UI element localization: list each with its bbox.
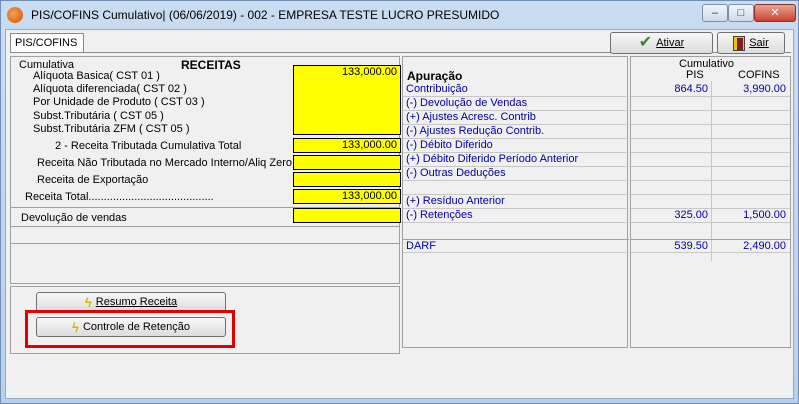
apuracao-row: (-) Retenções	[403, 209, 629, 223]
tab-pis-cofins[interactable]: PIS/COFINS	[10, 33, 84, 53]
apuracao-row: (-) Outras Deduções	[403, 167, 629, 181]
sair-button[interactable]: Sair	[717, 32, 785, 54]
receita-total-label: Receita Total...........................…	[25, 191, 214, 203]
devolucao-label: Devolução de vendas	[21, 212, 127, 224]
resumo-receita-button[interactable]: ϟ Resumo Receita	[36, 292, 226, 312]
values-row	[631, 125, 790, 139]
tributada-value[interactable]: 133,000.00	[293, 138, 401, 153]
subst-tributaria-label: Subst.Tributária ( CST 05 )	[33, 110, 164, 122]
minimize-button[interactable]: –	[702, 4, 728, 22]
client-area: PIS/COFINS ✔ Ativar Sair Cumulativa RECE…	[5, 29, 794, 399]
values-row	[631, 167, 790, 181]
app-icon	[7, 7, 23, 23]
values-row	[631, 97, 790, 111]
pis-value: 864.50	[674, 83, 708, 95]
values-row	[631, 153, 790, 167]
apuracao-row: (+) Ajustes Acresc. Contrib	[403, 111, 629, 125]
receita-cst-value[interactable]: 133,000.00	[293, 65, 401, 135]
ativar-button[interactable]: ✔ Ativar	[610, 32, 713, 54]
pis-value: 325.00	[674, 209, 708, 221]
darf-values-row: 539.50 2,490.00	[631, 239, 790, 253]
exportacao-label: Receita de Exportação	[37, 174, 149, 186]
apuracao-row: (-) Ajustes Redução Contrib.	[403, 125, 629, 139]
unidade-produto-label: Por Unidade de Produto ( CST 03 )	[33, 96, 205, 108]
apuracao-row: (-) Débito Diferido	[403, 139, 629, 153]
apuracao-row	[403, 225, 629, 239]
cofins-header: COFINS	[738, 69, 780, 81]
values-row: 325.00 1,500.00	[631, 209, 790, 223]
sair-label: Sair	[749, 37, 769, 49]
close-button[interactable]: ✕	[754, 4, 796, 22]
apuracao-row: (+) Débito Diferido Período Anterior	[403, 153, 629, 167]
divider	[11, 243, 399, 244]
highlight-annotation	[25, 310, 235, 348]
resumo-receita-label: Resumo Receita	[95, 296, 178, 308]
receitas-title: RECEITAS	[181, 58, 241, 72]
divider	[11, 226, 399, 227]
maximize-button[interactable]: □	[728, 4, 754, 22]
values-row	[631, 139, 790, 153]
apuracao-panel: Apuração Contribuição (-) Devolução de V…	[402, 56, 629, 348]
lightning-icon: ϟ	[84, 294, 92, 310]
darf-label: DARF	[403, 239, 629, 253]
receita-total-value[interactable]: 133,000.00	[293, 189, 401, 204]
values-row	[631, 181, 790, 195]
check-icon: ✔	[638, 34, 653, 51]
darf-cofins-value: 2,490.00	[743, 240, 786, 252]
apuracao-row	[403, 181, 629, 195]
title-bar[interactable]: PIS/COFINS Cumulativo| (06/06/2019) - 00…	[1, 1, 798, 29]
apuracao-row: (-) Devolução de Vendas	[403, 97, 629, 111]
apuracao-row: Contribuição	[403, 83, 629, 97]
window-title: PIS/COFINS Cumulativo| (06/06/2019) - 00…	[31, 8, 500, 22]
values-row: 864.50 3,990.00	[631, 83, 790, 97]
subst-tributaria-zfm-label: Subst.Tributária ZFM ( CST 05 )	[33, 123, 190, 135]
devolucao-value[interactable]	[293, 208, 401, 223]
values-row	[631, 111, 790, 125]
darf-pis-value: 539.50	[674, 240, 708, 252]
exit-door-icon	[733, 35, 746, 51]
main-window: PIS/COFINS Cumulativo| (06/06/2019) - 00…	[0, 0, 799, 404]
aliquota-diferenciada-label: Alíquota diferenciada( CST 02 )	[33, 83, 187, 95]
nao-tributada-label: Receita Não Tributada no Mercado Interno…	[37, 157, 292, 169]
pis-header: PIS	[686, 69, 704, 81]
apuracao-row: (+) Resíduo Anterior	[403, 195, 629, 209]
tributada-label: 2 - Receita Tributada Cumulativa Total	[55, 140, 242, 152]
values-row	[631, 195, 790, 209]
apuracao-title: Apuração	[407, 69, 463, 83]
receitas-panel: Cumulativa RECEITAS Alíquota Basica( CST…	[10, 56, 401, 284]
cumulativo-panel: Cumulativo PIS COFINS 864.50 3,990.00 32…	[630, 56, 791, 348]
cofins-value: 1,500.00	[743, 209, 786, 221]
ativar-label: Ativar	[656, 37, 685, 49]
exportacao-value[interactable]	[293, 172, 401, 187]
cofins-value: 3,990.00	[743, 83, 786, 95]
aliquota-basica-label: Alíquota Basica( CST 01 )	[33, 70, 160, 82]
nao-tributada-value[interactable]	[293, 155, 401, 170]
